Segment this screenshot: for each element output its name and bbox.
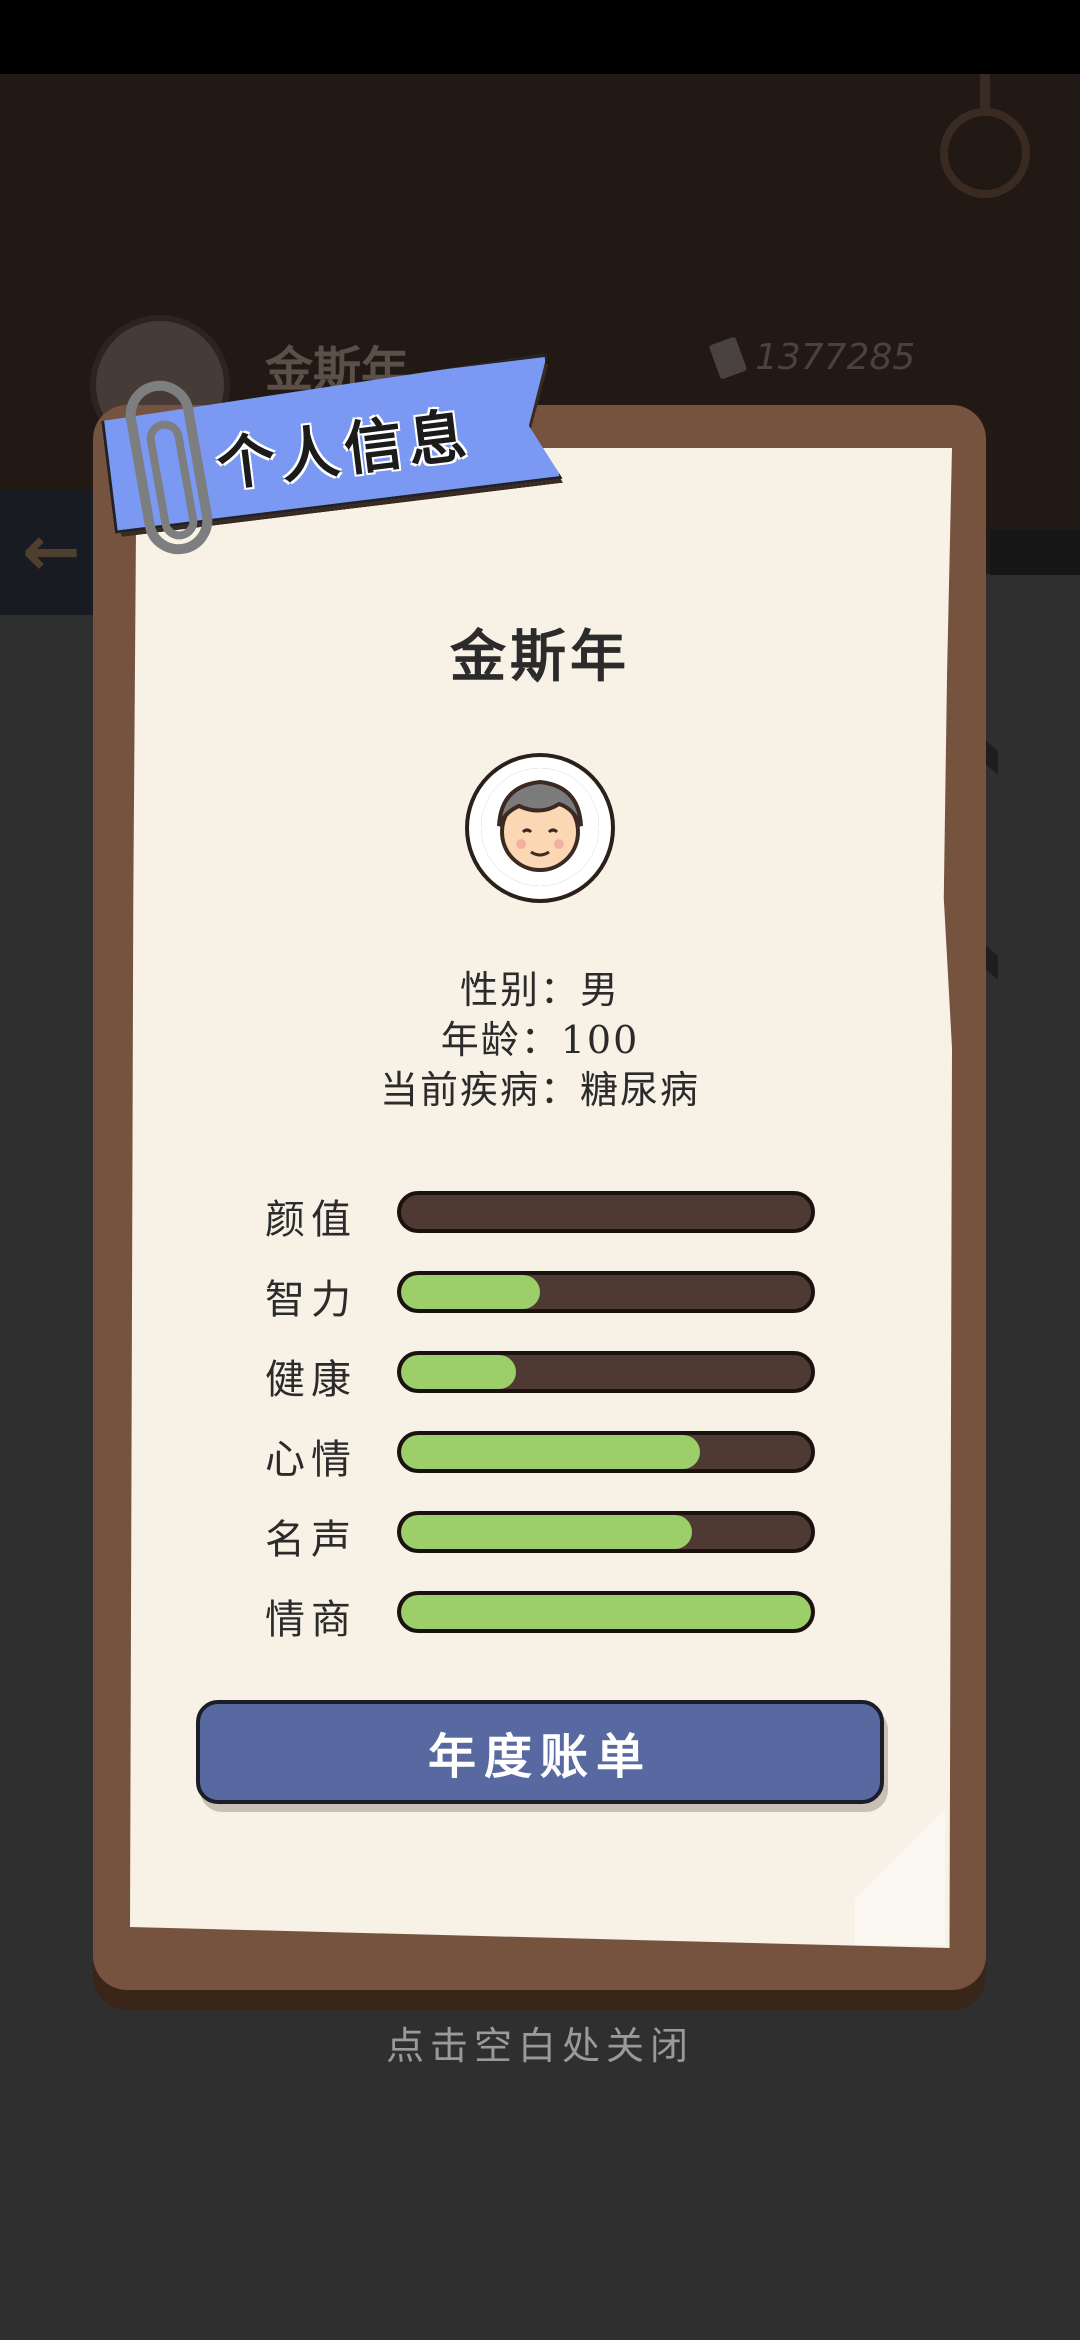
background-notch: [984, 739, 998, 775]
stat-row-appearance: 颜值: [265, 1185, 825, 1265]
disease-text: 当前疾病：糖尿病: [379, 1068, 700, 1112]
gender-text: 性别：男: [459, 968, 620, 1012]
status-bar: [0, 0, 1080, 74]
background-divider: [990, 530, 1080, 575]
stat-bar: [397, 1591, 815, 1633]
stat-fill: [401, 1435, 701, 1469]
stat-fill: [401, 1595, 811, 1629]
background-coins: 1377285: [755, 337, 916, 378]
stat-label: 情商: [265, 1597, 357, 1643]
profile-name: 金斯年: [450, 624, 630, 690]
stat-label: 健康: [265, 1357, 357, 1403]
stat-label: 名声: [265, 1517, 357, 1563]
app-screen: 金斯年 1377285 ← 个人信息 金斯年 性别：男 年龄：100 当前疾病：…: [0, 0, 1080, 2340]
age-text: 年龄：100: [440, 1018, 640, 1062]
background-notch: [984, 944, 998, 980]
stats-list: 颜值 智力 健康 心情 名声 情商: [265, 1185, 825, 1665]
annual-bill-label: 年度账单: [427, 1729, 652, 1785]
stat-bar: [397, 1511, 815, 1553]
back-arrow-icon: ←: [22, 510, 81, 592]
stat-row-health: 健康: [265, 1345, 825, 1425]
stat-row-mood: 心情: [265, 1425, 825, 1505]
stat-row-intelligence: 智力: [265, 1265, 825, 1345]
stat-bar: [397, 1431, 815, 1473]
hook-ring-icon: [940, 108, 1030, 198]
stat-label: 颜值: [265, 1197, 357, 1243]
annual-bill-button[interactable]: 年度账单: [196, 1700, 884, 1804]
elderly-man-avatar-icon: [481, 768, 599, 886]
stat-label: 心情: [265, 1437, 357, 1483]
stat-bar: [397, 1191, 815, 1233]
stat-row-fame: 名声: [265, 1505, 825, 1585]
stat-fill: [401, 1275, 541, 1309]
profile-info: 性别：男 年龄：100 当前疾病：糖尿病: [340, 965, 740, 1115]
stat-fill: [401, 1355, 516, 1389]
stat-bar: [397, 1351, 815, 1393]
close-hint[interactable]: 点击空白处关闭: [340, 2015, 740, 2070]
stat-label: 智力: [265, 1277, 357, 1323]
stat-bar: [397, 1271, 815, 1313]
stat-fill: [401, 1515, 693, 1549]
stat-row-eq: 情商: [265, 1585, 825, 1665]
